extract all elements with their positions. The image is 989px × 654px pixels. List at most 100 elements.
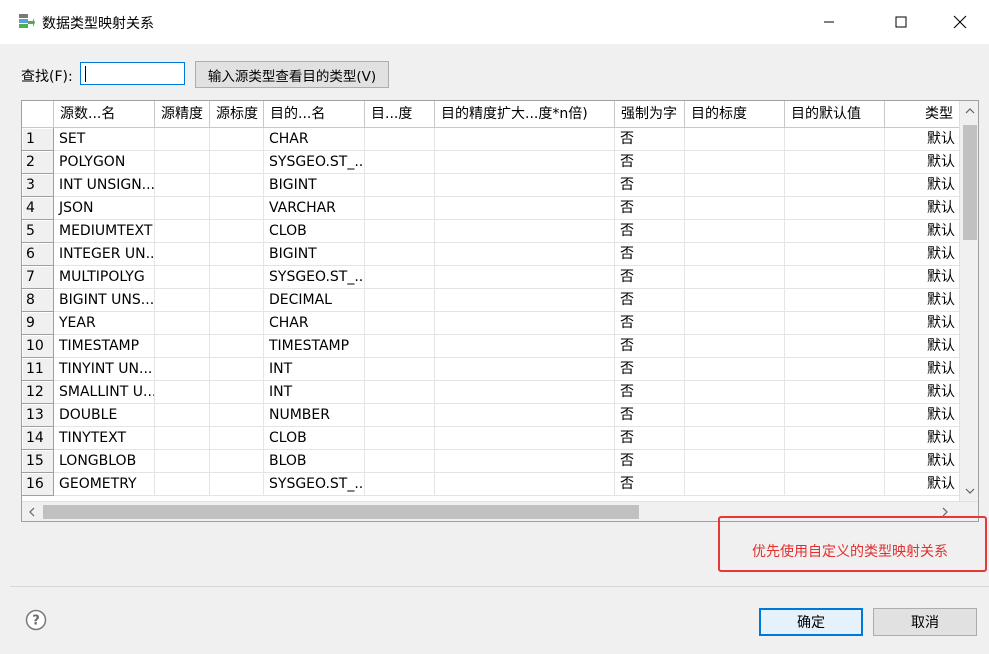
maximize-button[interactable] bbox=[878, 0, 924, 44]
cell-target-type[interactable]: BIGINT bbox=[264, 243, 365, 266]
cell-target-precision-multiplier[interactable] bbox=[435, 243, 615, 266]
cell-target-type[interactable]: VARCHAR bbox=[264, 197, 365, 220]
cell-force-char[interactable]: 否 bbox=[615, 197, 685, 220]
cell-source-precision[interactable] bbox=[155, 174, 210, 197]
cell-target-type[interactable]: CHAR bbox=[264, 128, 365, 151]
cell-source-scale[interactable] bbox=[210, 358, 264, 381]
cell-force-char[interactable]: 否 bbox=[615, 427, 685, 450]
cell-target-precision[interactable] bbox=[365, 174, 435, 197]
cell-target-default[interactable] bbox=[785, 266, 885, 289]
cell-type[interactable]: 默认 bbox=[885, 381, 959, 404]
cell-target-precision[interactable] bbox=[365, 335, 435, 358]
row-number[interactable]: 5 bbox=[22, 220, 54, 243]
cell-target-scale[interactable] bbox=[685, 174, 785, 197]
cell-source-precision[interactable] bbox=[155, 312, 210, 335]
cell-target-type[interactable]: SYSGEO.ST_... bbox=[264, 473, 365, 496]
cell-source-scale[interactable] bbox=[210, 427, 264, 450]
cell-source-type[interactable]: TINYINT UN... bbox=[54, 358, 155, 381]
cell-source-type[interactable]: SMALLINT U... bbox=[54, 381, 155, 404]
cell-target-scale[interactable] bbox=[685, 381, 785, 404]
cell-source-type[interactable]: SET bbox=[54, 128, 155, 151]
cell-target-precision-multiplier[interactable] bbox=[435, 289, 615, 312]
cell-target-precision-multiplier[interactable] bbox=[435, 358, 615, 381]
cell-target-default[interactable] bbox=[785, 128, 885, 151]
cell-force-char[interactable]: 否 bbox=[615, 312, 685, 335]
cell-source-type[interactable]: INTEGER UN... bbox=[54, 243, 155, 266]
col-type[interactable]: 类型 bbox=[885, 101, 959, 127]
row-number[interactable]: 2 bbox=[22, 151, 54, 174]
table-row[interactable]: 7 MULTIPOLYG SYSGEO.ST_... 否 默认 bbox=[22, 266, 962, 289]
cell-target-scale[interactable] bbox=[685, 151, 785, 174]
minimize-button[interactable] bbox=[806, 0, 852, 44]
cell-source-precision[interactable] bbox=[155, 358, 210, 381]
vertical-scrollbar[interactable] bbox=[959, 101, 978, 503]
row-number[interactable]: 8 bbox=[22, 289, 54, 312]
cell-target-scale[interactable] bbox=[685, 243, 785, 266]
cell-target-default[interactable] bbox=[785, 335, 885, 358]
cell-type[interactable]: 默认 bbox=[885, 473, 959, 496]
cell-target-default[interactable] bbox=[785, 381, 885, 404]
cell-source-scale[interactable] bbox=[210, 197, 264, 220]
cell-target-precision[interactable] bbox=[365, 197, 435, 220]
cell-target-precision-multiplier[interactable] bbox=[435, 404, 615, 427]
cell-type[interactable]: 默认 bbox=[885, 243, 959, 266]
cell-source-scale[interactable] bbox=[210, 174, 264, 197]
cell-target-precision[interactable] bbox=[365, 450, 435, 473]
row-number[interactable]: 12 bbox=[22, 381, 54, 404]
cell-target-scale[interactable] bbox=[685, 197, 785, 220]
cell-target-scale[interactable] bbox=[685, 358, 785, 381]
cell-force-char[interactable]: 否 bbox=[615, 243, 685, 266]
cell-target-default[interactable] bbox=[785, 427, 885, 450]
cell-force-char[interactable]: 否 bbox=[615, 220, 685, 243]
cell-target-type[interactable]: BLOB bbox=[264, 450, 365, 473]
cell-source-type[interactable]: GEOMETRY bbox=[54, 473, 155, 496]
cell-target-precision-multiplier[interactable] bbox=[435, 151, 615, 174]
table-row[interactable]: 8 BIGINT UNS... DECIMAL 否 默认 bbox=[22, 289, 962, 312]
cell-target-type[interactable]: SYSGEO.ST_... bbox=[264, 151, 365, 174]
cell-target-scale[interactable] bbox=[685, 312, 785, 335]
cell-target-precision[interactable] bbox=[365, 404, 435, 427]
cell-source-type[interactable]: MULTIPOLYG bbox=[54, 266, 155, 289]
cell-force-char[interactable]: 否 bbox=[615, 404, 685, 427]
row-number[interactable]: 4 bbox=[22, 197, 54, 220]
cell-source-precision[interactable] bbox=[155, 128, 210, 151]
cell-target-type[interactable]: BIGINT bbox=[264, 174, 365, 197]
cell-target-default[interactable] bbox=[785, 151, 885, 174]
cell-source-type[interactable]: TINYTEXT bbox=[54, 427, 155, 450]
cell-target-precision-multiplier[interactable] bbox=[435, 312, 615, 335]
table-row[interactable]: 10 TIMESTAMP TIMESTAMP 否默认 bbox=[22, 335, 962, 358]
row-number[interactable]: 14 bbox=[22, 427, 54, 450]
cell-force-char[interactable]: 否 bbox=[615, 266, 685, 289]
help-icon[interactable]: ? bbox=[25, 609, 47, 631]
close-button[interactable] bbox=[937, 0, 983, 44]
lookup-target-type-button[interactable]: 输入源类型查看目的类型(V) bbox=[195, 61, 389, 88]
cell-target-precision-multiplier[interactable] bbox=[435, 427, 615, 450]
col-source-type-name[interactable]: 源数...名 bbox=[54, 101, 155, 127]
table-row[interactable]: 16 GEOMETRY SYSGEO.ST_... 否 默认 bbox=[22, 473, 962, 496]
cell-target-precision-multiplier[interactable] bbox=[435, 335, 615, 358]
table-row[interactable]: 12 SMALLINT U... INT 否 默认 bbox=[22, 381, 962, 404]
table-row[interactable]: 13 DOUBLE NUMBER 否 默认 bbox=[22, 404, 962, 427]
cell-force-char[interactable]: 否 bbox=[615, 450, 685, 473]
cell-target-type[interactable]: CHAR bbox=[264, 312, 365, 335]
cell-type[interactable]: 默认 bbox=[885, 312, 959, 335]
cell-source-scale[interactable] bbox=[210, 312, 264, 335]
row-number[interactable]: 13 bbox=[22, 404, 54, 427]
cell-source-scale[interactable] bbox=[210, 266, 264, 289]
cell-force-char[interactable]: 否 bbox=[615, 473, 685, 496]
cell-target-precision[interactable] bbox=[365, 427, 435, 450]
cell-source-scale[interactable] bbox=[210, 128, 264, 151]
cell-target-type[interactable]: TIMESTAMP bbox=[264, 335, 365, 358]
cell-source-scale[interactable] bbox=[210, 151, 264, 174]
scroll-left-button[interactable] bbox=[22, 502, 42, 521]
cell-target-scale[interactable] bbox=[685, 450, 785, 473]
cell-source-precision[interactable] bbox=[155, 427, 210, 450]
row-number[interactable]: 10 bbox=[22, 335, 54, 358]
cell-type[interactable]: 默认 bbox=[885, 151, 959, 174]
cell-target-scale[interactable] bbox=[685, 473, 785, 496]
cell-target-precision[interactable] bbox=[365, 289, 435, 312]
col-target-precision[interactable]: 目...度 bbox=[365, 101, 435, 127]
row-number[interactable]: 16 bbox=[22, 473, 54, 496]
table-row[interactable]: 11 TINYINT UN... INT 否 默认 bbox=[22, 358, 962, 381]
col-target-default[interactable]: 目的默认值 bbox=[785, 101, 885, 127]
